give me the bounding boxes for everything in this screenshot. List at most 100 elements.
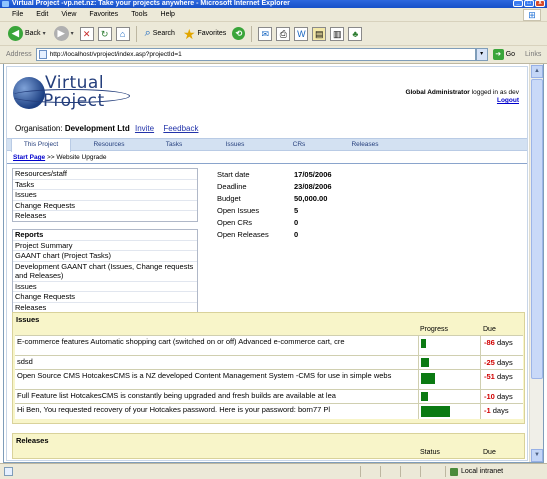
report-releases[interactable]: Releases	[13, 303, 197, 313]
status-bar: Local intranet	[0, 463, 547, 479]
menu-resources-staff[interactable]: Resources/staff	[13, 169, 197, 180]
progress-bar	[421, 358, 429, 367]
due-unit: days	[492, 406, 509, 415]
scroll-thumb[interactable]	[531, 79, 543, 379]
address-dropdown-icon[interactable]: ▾	[475, 48, 488, 61]
due-cell: -1 days	[480, 404, 523, 419]
home-icon[interactable]: ⌂	[115, 26, 130, 41]
issue-row[interactable]: sdsd -25 days	[15, 355, 523, 369]
back-button[interactable]: ◀ Back ▾	[6, 25, 48, 43]
tab-crs[interactable]: CRs	[269, 139, 329, 151]
due-days: -10	[484, 392, 495, 401]
stop-icon[interactable]: ✕	[79, 26, 94, 41]
menu-favorites[interactable]: Favorites	[89, 11, 118, 18]
menu-change-requests[interactable]: Change Requests	[13, 201, 197, 211]
search-icon: ⌕	[144, 27, 151, 39]
address-url: http://localhost/vproject/index.asp?proj…	[49, 51, 182, 58]
due-unit: days	[496, 338, 513, 347]
report-issues[interactable]: Issues	[13, 282, 197, 292]
issue-description: sdsd	[17, 357, 33, 366]
tab-releases[interactable]: Releases	[333, 139, 397, 151]
report-project-summary[interactable]: Project Summary	[13, 241, 197, 251]
breadcrumb-start-page[interactable]: Start Page	[13, 154, 45, 161]
due-cell: -10 days	[480, 390, 523, 403]
issue-description: E-commerce features Automatic shopping c…	[17, 337, 345, 346]
search-button[interactable]: ⌕ Search	[143, 25, 177, 43]
forward-button[interactable]: ▶ ▾	[52, 25, 76, 43]
menu-file[interactable]: File	[12, 11, 23, 18]
page-icon	[38, 50, 47, 59]
open-issues-value: 5	[294, 206, 299, 215]
menu-edit[interactable]: Edit	[36, 11, 48, 18]
research-icon[interactable]: ▥	[330, 26, 345, 41]
vertical-scrollbar[interactable]: ▲ ▼	[529, 64, 543, 462]
logo-text-virtual: Virtual	[45, 73, 105, 93]
menu-tools[interactable]: Tools	[131, 11, 147, 18]
menu-help[interactable]: Help	[161, 11, 175, 18]
logo-text-project: Project	[43, 91, 105, 111]
report-development-gaant[interactable]: Development GAANT chart (Issues, Change …	[13, 262, 197, 282]
history-icon[interactable]: ⟲	[232, 27, 246, 40]
logout-link[interactable]: Logout	[497, 97, 519, 104]
tab-issues[interactable]: Issues	[207, 139, 263, 151]
project-menu: Resources/staff Tasks Issues Change Requ…	[12, 168, 198, 222]
due-header: Due	[483, 326, 496, 333]
progress-cell	[418, 336, 480, 355]
report-gaant-chart[interactable]: GAANT chart (Project Tasks)	[13, 251, 197, 262]
go-arrow-icon: ➜	[492, 49, 504, 60]
scroll-down-icon[interactable]: ▼	[531, 449, 543, 462]
page-status-icon	[4, 467, 13, 476]
report-change-requests[interactable]: Change Requests	[13, 292, 197, 303]
menu-view[interactable]: View	[61, 11, 76, 18]
favorites-button[interactable]: ★ Favorites	[181, 25, 228, 43]
progress-bar	[421, 339, 426, 348]
start-date-value: 17/05/2006	[294, 170, 332, 179]
messenger-icon[interactable]: ♣	[348, 26, 363, 41]
toolbar-separator	[251, 25, 253, 42]
print-icon[interactable]: ⎙	[276, 26, 291, 41]
breadcrumb-divider	[7, 163, 527, 164]
scroll-up-icon[interactable]: ▲	[531, 65, 543, 78]
progress-header: Progress	[420, 326, 449, 333]
issue-description: Hi Ben, You requested recovery of your H…	[17, 405, 331, 414]
intranet-icon	[450, 467, 458, 476]
issue-row[interactable]: Open Source CMS HotcakesCMS is a NZ deve…	[15, 369, 523, 389]
toolbar-separator	[135, 25, 137, 42]
progress-bar	[421, 406, 450, 417]
minimize-button[interactable]: _	[513, 0, 523, 7]
due-unit: days	[496, 358, 513, 367]
browser-viewport: Virtual Project Global Administrator log…	[3, 64, 544, 463]
issue-row[interactable]: E-commerce features Automatic shopping c…	[15, 335, 523, 355]
links-button[interactable]: Links	[525, 51, 541, 58]
close-button[interactable]: x	[535, 0, 545, 7]
info-label: Budget	[217, 194, 241, 203]
mail-icon[interactable]: ✉	[258, 26, 273, 41]
maximize-button[interactable]: □	[524, 0, 534, 7]
progress-bar	[421, 392, 428, 401]
menu-tasks[interactable]: Tasks	[13, 180, 197, 190]
user-info: Global Administrator logged in as dev	[405, 89, 519, 96]
feedback-link[interactable]: Feedback	[163, 124, 198, 133]
menu-releases[interactable]: Releases	[13, 211, 197, 221]
info-label: Open Issues	[217, 206, 260, 215]
due-days: -1	[484, 406, 491, 415]
refresh-icon[interactable]: ↻	[97, 26, 112, 41]
login-status: logged in as dev	[471, 89, 519, 96]
menu-issues[interactable]: Issues	[13, 190, 197, 201]
edit-icon[interactable]: W	[294, 26, 309, 41]
back-arrow-icon: ◀	[8, 26, 23, 41]
discuss-icon[interactable]: ▤	[312, 26, 327, 41]
open-crs-value: 0	[294, 218, 299, 227]
tab-tasks[interactable]: Tasks	[145, 139, 203, 151]
invite-link[interactable]: Invite	[135, 124, 154, 133]
window-title: Virtual Project -vp.net.nz: Take your pr…	[12, 0, 290, 7]
project-tabs: This Project Resources Tasks Issues CRs …	[7, 138, 527, 152]
tab-this-project[interactable]: This Project	[11, 139, 71, 152]
issue-row[interactable]: Full Feature list HotcakesCMS is constan…	[15, 389, 523, 403]
address-input[interactable]: http://localhost/vproject/index.asp?proj…	[35, 48, 476, 61]
issue-row[interactable]: Hi Ben, You requested recovery of your H…	[15, 403, 523, 419]
progress-cell	[418, 390, 480, 403]
breadcrumb: Start Page >> Website Upgrade	[13, 154, 106, 161]
go-button[interactable]: ➜ Go	[492, 49, 515, 60]
tab-resources[interactable]: Resources	[77, 139, 141, 151]
